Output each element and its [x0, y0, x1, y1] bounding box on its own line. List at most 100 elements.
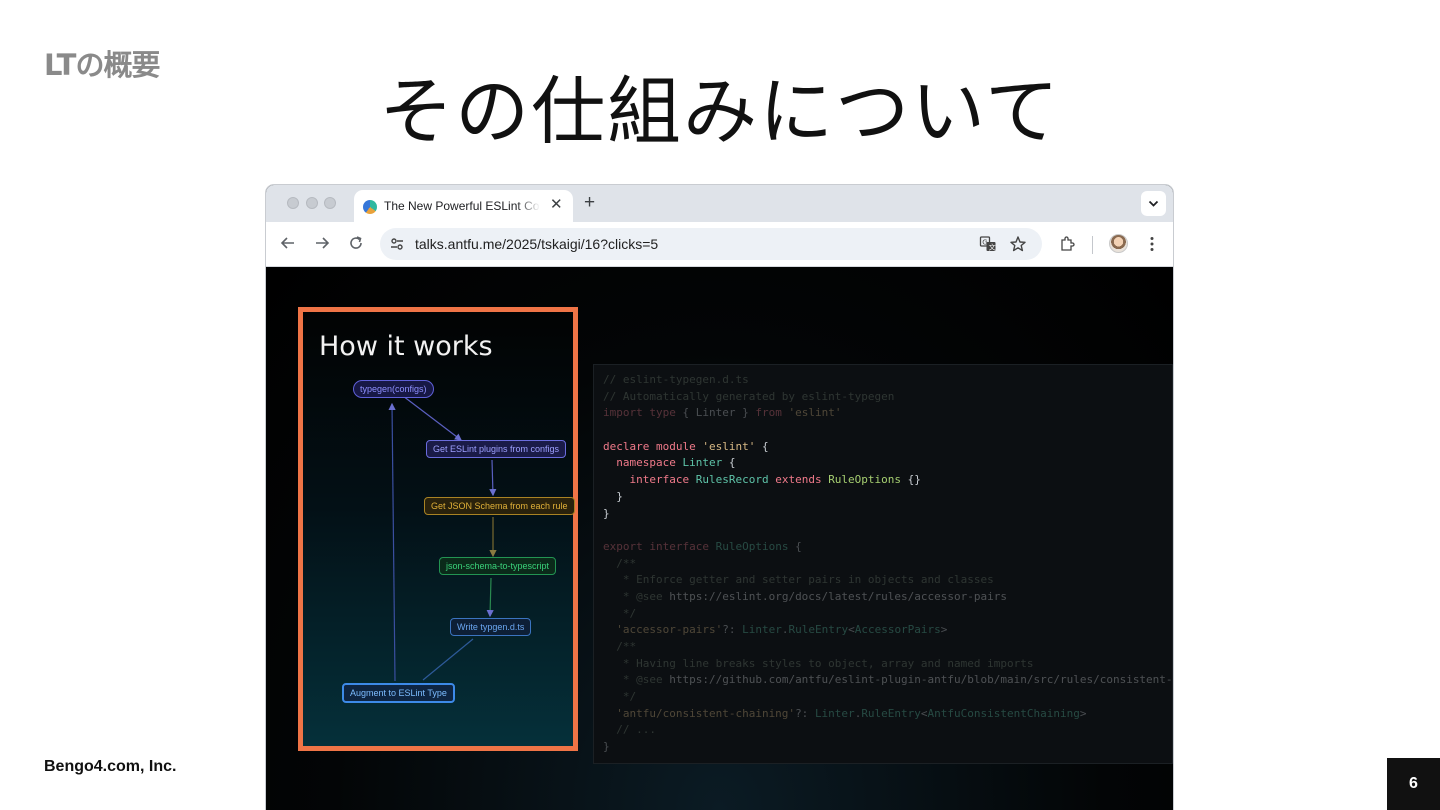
code-line: 'accessor-pairs'?: Linter.RuleEntry<Acce… — [603, 623, 1172, 640]
code-line: * @see https://eslint.org/docs/latest/ru… — [603, 590, 1172, 607]
code-token: RuleOptions — [828, 473, 902, 487]
company-name: Bengo4.com, Inc. — [44, 758, 177, 775]
code-line: */ — [603, 690, 1172, 707]
slide-title: その仕組みについて — [379, 69, 1061, 155]
code-token: Linter — [742, 623, 782, 637]
code-line: interface RulesRecord extends RuleOption… — [603, 473, 1172, 490]
code-token: Linter — [682, 456, 723, 470]
code-token: 'accessor-pairs' — [603, 623, 723, 637]
code-line: * @see https://github.com/antfu/eslint-p… — [603, 673, 1172, 690]
tab-active[interactable]: The New Powerful ESLint Config ✕ — [354, 190, 573, 222]
code-line: /** — [603, 640, 1172, 657]
avatar[interactable] — [1109, 234, 1128, 253]
tab-strip: The New Powerful ESLint Config ✕ + — [266, 185, 1173, 222]
address-bar[interactable]: talks.antfu.me/2025/tskaigi/16?clicks=5 … — [380, 228, 1042, 260]
window-zoom-dot[interactable] — [324, 197, 336, 209]
code-token: namespace — [603, 456, 683, 470]
window-minimize-dot[interactable] — [306, 197, 318, 209]
code-token: declare module — [603, 439, 703, 453]
code-token: * @see — [603, 673, 670, 687]
code-token: import type — [603, 406, 683, 420]
code-token: RuleEntry — [861, 706, 921, 720]
code-token: * Enforce getter and setter pairs in obj… — [603, 573, 994, 587]
code-line: // eslint-typegen.d.ts — [603, 373, 1172, 390]
code-token: 'eslint' — [788, 406, 842, 420]
star-icon[interactable] — [1009, 235, 1027, 253]
browser-screenshot: The New Powerful ESLint Config ✕ + — [266, 185, 1173, 810]
diagram-node-get-plugins: Get ESLint plugins from configs — [426, 440, 567, 458]
code-token: 'antfu/consistent-chaining' — [603, 706, 796, 720]
code-line: // Automatically generated by eslint-typ… — [603, 390, 1172, 407]
window-close-dot[interactable] — [287, 197, 299, 209]
code-token: * @see — [603, 589, 670, 603]
code-token: extends — [775, 473, 829, 487]
code-token: // Automatically generated by eslint-typ… — [603, 389, 895, 403]
code-line: // ... — [603, 723, 1172, 740]
code-token: https://eslint.org/docs/latest/rules/acc… — [669, 589, 1007, 603]
diagram-node-get-schema: Get JSON Schema from each rule — [424, 497, 575, 515]
browser-toolbar: talks.antfu.me/2025/tskaigi/16?clicks=5 … — [266, 222, 1173, 267]
code-token: } — [603, 489, 623, 503]
code-line: } — [603, 490, 1172, 507]
code-token: */ — [603, 690, 637, 704]
code-line: /** — [603, 557, 1172, 574]
code-token: * Having line breaks styles to object, a… — [603, 656, 1034, 670]
flow-arrows — [388, 395, 497, 682]
code-line: */ — [603, 607, 1172, 624]
code-panel: // eslint-typegen.d.ts // Automatically g… — [593, 364, 1173, 764]
code-token: { Linter } — [682, 406, 756, 420]
arrow-right-icon[interactable] — [312, 233, 332, 253]
code-token: // eslint-typegen.d.ts — [603, 373, 749, 386]
code-token: RulesRecord — [695, 473, 776, 487]
tab-title: The New Powerful ESLint Config — [384, 199, 540, 213]
code-line: import type { Linter } from 'eslint' — [603, 406, 1172, 423]
code-token: AccessorPairs — [854, 623, 941, 637]
code-token: export interface — [603, 539, 716, 553]
code-token: > — [1079, 706, 1087, 720]
code-token: 'eslint' — [702, 439, 756, 453]
toolbar-divider — [1092, 236, 1093, 254]
arrow-left-icon[interactable] — [278, 233, 298, 253]
highlighted-diagram-panel: How it works typegen(configs) Get ESLint… — [298, 307, 578, 751]
code-line: * Having line breaks styles to object, a… — [603, 657, 1172, 674]
code-line: } — [603, 740, 1172, 757]
code-token: https://github.com/antfu/eslint-plugin-a… — [669, 673, 1173, 687]
translate-icon[interactable]: G 文 — [979, 235, 997, 253]
code-line: * Enforce getter and setter pairs in obj… — [603, 573, 1172, 590]
plus-icon[interactable]: + — [584, 193, 595, 213]
code-token: { — [755, 439, 769, 453]
code-token: RuleEntry — [788, 623, 849, 637]
code-line: namespace Linter { — [603, 456, 1172, 473]
tune-icon[interactable] — [388, 235, 406, 253]
code-token: // ... — [603, 723, 656, 737]
code-token: { — [788, 539, 802, 553]
code-token: > — [940, 623, 948, 637]
code-token: Linter — [814, 706, 855, 720]
kebab-menu-icon[interactable] — [1143, 235, 1161, 253]
reload-icon[interactable] — [346, 233, 366, 253]
code-token: } — [603, 740, 610, 754]
code-token: ?: — [722, 623, 743, 637]
chevron-down-icon — [1148, 200, 1159, 207]
code-token: ?: — [795, 706, 815, 720]
code-line: 'antfu/consistent-chaining'?: Linter.Rul… — [603, 707, 1172, 724]
tab-search-button[interactable] — [1141, 191, 1166, 216]
puzzle-icon[interactable] — [1058, 235, 1076, 253]
diagram-node-typegen: typegen(configs) — [353, 380, 434, 398]
site-favicon — [363, 200, 377, 214]
code-line: declare module 'eslint' { — [603, 440, 1172, 457]
code-token: } — [603, 506, 610, 520]
code-line: } — [603, 507, 1172, 524]
page-number: 6 — [1387, 758, 1440, 810]
svg-text:文: 文 — [989, 243, 996, 252]
code-token: /** — [603, 556, 637, 570]
code-token: from — [755, 406, 789, 420]
code-token: /** — [603, 640, 637, 653]
url-text[interactable]: talks.antfu.me/2025/tskaigi/16?clicks=5 — [415, 236, 658, 252]
diagram-node-json-schema-to-ts: json-schema-to-typescript — [439, 557, 557, 575]
close-icon[interactable]: ✕ — [550, 197, 563, 213]
code-token: < — [920, 706, 928, 720]
code-token: RuleOptions — [715, 539, 789, 553]
